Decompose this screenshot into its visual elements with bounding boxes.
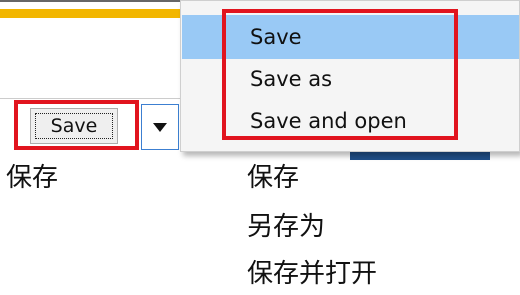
save-button-focus-outline: Save bbox=[35, 113, 113, 139]
panel-divider bbox=[0, 98, 190, 99]
menu-item-save[interactable]: Save bbox=[182, 15, 519, 59]
menu-item-label: Save bbox=[250, 25, 302, 49]
menu-item-save-as[interactable]: Save as bbox=[182, 57, 519, 101]
caption-menu-save-as-zh: 另存为 bbox=[247, 212, 326, 242]
save-split-button: Save bbox=[14, 100, 179, 150]
screenshot-canvas: Save Save Save as Save and open 保存 保存 另存… bbox=[0, 0, 520, 295]
caption-menu-save-zh: 保存 bbox=[247, 163, 300, 193]
caption-menu-save-and-open-zh: 保存并打开 bbox=[247, 259, 378, 289]
save-button[interactable]: Save bbox=[30, 108, 118, 144]
save-dropdown-toggle[interactable] bbox=[141, 104, 179, 150]
menu-item-label: Save as bbox=[250, 67, 333, 91]
accent-stripe bbox=[0, 9, 190, 18]
caption-save-zh: 保存 bbox=[6, 163, 59, 193]
caret-down-icon bbox=[153, 122, 167, 132]
save-dropdown-menu: Save Save as Save and open bbox=[180, 0, 520, 152]
menu-item-save-and-open[interactable]: Save and open bbox=[182, 99, 519, 143]
menu-item-label: Save and open bbox=[250, 109, 407, 133]
save-button-label: Save bbox=[50, 115, 98, 137]
